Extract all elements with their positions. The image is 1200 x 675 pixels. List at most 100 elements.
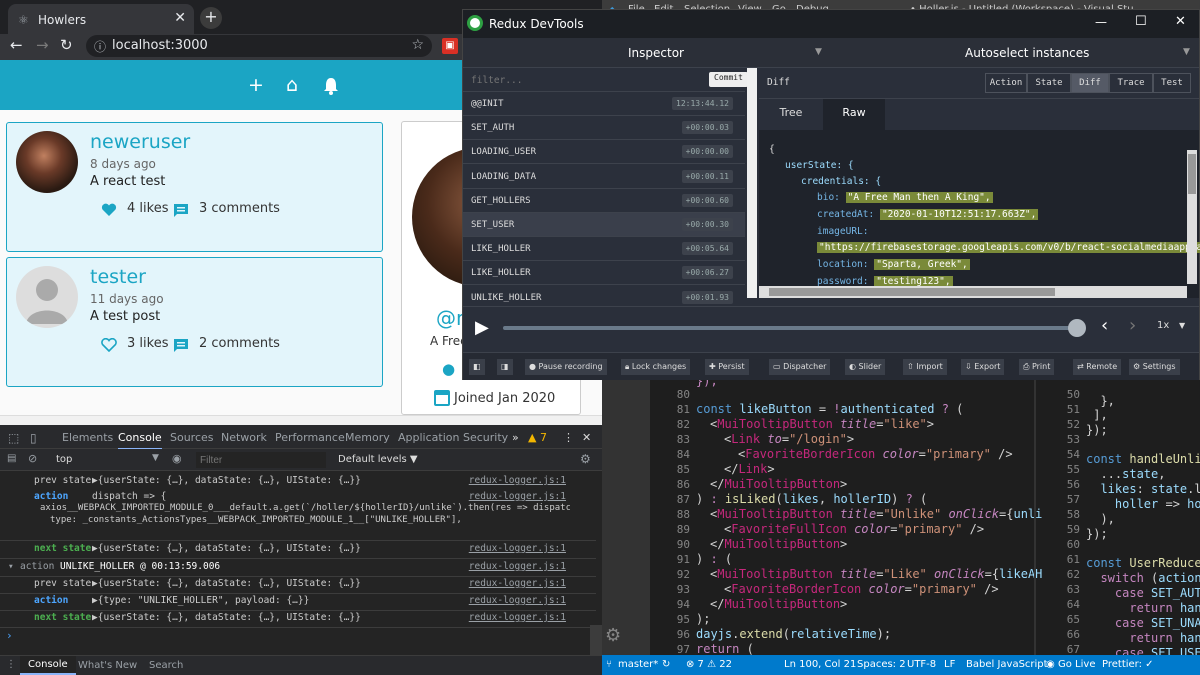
go-live-icon[interactable]: ◉ bbox=[1046, 659, 1055, 670]
action-list-item[interactable]: SET_USER +00:00.30 bbox=[463, 213, 745, 237]
back-icon[interactable]: ← bbox=[10, 36, 23, 54]
new-tab-button[interactable]: + bbox=[200, 7, 222, 29]
slider-button[interactable]: ◐ Slider bbox=[845, 359, 886, 375]
timeline-handle[interactable] bbox=[1068, 319, 1086, 337]
tab-trace[interactable]: Trace bbox=[1109, 73, 1153, 93]
close-window-icon[interactable]: ✕ bbox=[1175, 14, 1186, 29]
clear-console-icon[interactable]: ⊘ bbox=[28, 452, 37, 465]
console-prompt[interactable]: › bbox=[6, 629, 13, 642]
bookmark-star-icon[interactable]: ☆ bbox=[411, 37, 424, 53]
drawer-tab-console[interactable]: Console bbox=[20, 656, 76, 675]
git-branch[interactable]: master* bbox=[618, 659, 658, 670]
favorite-border-icon[interactable] bbox=[101, 338, 117, 352]
reload-icon[interactable]: ↻ bbox=[60, 36, 73, 54]
log-source-link[interactable]: redux-logger.js:1 bbox=[469, 561, 566, 572]
log-levels-select[interactable]: Default levels ▼ bbox=[338, 454, 418, 465]
action-list-item[interactable]: GET_HOLLERS +00:00.60 bbox=[463, 189, 745, 213]
log-source-link[interactable]: redux-logger.js:1 bbox=[469, 612, 566, 623]
settings-button[interactable]: ⚙ Settings bbox=[1129, 359, 1180, 375]
post-username[interactable]: tester bbox=[90, 266, 146, 288]
log-source-link[interactable]: redux-logger.js:1 bbox=[469, 491, 566, 502]
action-list-item[interactable]: LOADING_DATA +00:00.11 bbox=[463, 165, 745, 189]
json-vertical-scrollbar[interactable] bbox=[1187, 150, 1197, 284]
user-avatar[interactable] bbox=[16, 131, 78, 193]
tab-action[interactable]: Action bbox=[985, 73, 1027, 93]
console-filter-input[interactable] bbox=[196, 452, 326, 468]
log-source-link[interactable]: redux-logger.js:1 bbox=[469, 595, 566, 606]
speed-dropdown-icon[interactable]: ▼ bbox=[1179, 321, 1185, 330]
log-text[interactable]: ▶{userState: {…}, dataState: {…}, UIStat… bbox=[92, 612, 361, 623]
action-list-item[interactable]: @@INIT 12:13:44.12 bbox=[463, 92, 745, 116]
export-button[interactable]: ⇩ Export bbox=[961, 359, 1005, 375]
monitor-dropdown-icon[interactable]: ▼ bbox=[815, 47, 822, 57]
tab-security[interactable]: Security bbox=[463, 431, 508, 444]
maximize-icon[interactable]: ☐ bbox=[1135, 14, 1147, 29]
json-horizontal-scrollbar[interactable] bbox=[759, 286, 1187, 298]
action-list-item[interactable]: LIKE_HOLLER +00:06.27 bbox=[463, 261, 745, 286]
play-icon[interactable]: ▶ bbox=[475, 317, 489, 338]
log-text[interactable]: ▶{userState: {…}, dataState: {…}, UIStat… bbox=[92, 475, 361, 486]
more-tabs-icon[interactable]: » bbox=[512, 431, 519, 444]
line-ending[interactable]: LF bbox=[944, 659, 955, 670]
home-icon[interactable]: ⌂ bbox=[286, 74, 298, 96]
tab-performance[interactable]: Performance bbox=[275, 431, 345, 444]
kebab-menu-icon[interactable]: ⋮ bbox=[563, 431, 574, 444]
indentation[interactable]: Spaces: 2 bbox=[857, 659, 906, 670]
tab-test[interactable]: Test bbox=[1153, 73, 1191, 93]
prettier-status[interactable]: Prettier: ✓ bbox=[1102, 659, 1154, 670]
log-text[interactable]: ▶{type: "UNLIKE_HOLLER", payload: {…}} bbox=[92, 595, 309, 606]
tab-sources[interactable]: Sources bbox=[170, 431, 214, 444]
context-select[interactable]: top bbox=[56, 454, 72, 465]
device-toolbar-icon[interactable]: ▯ bbox=[30, 431, 37, 445]
browser-tab[interactable]: ⚛ Howlers ✕ bbox=[8, 4, 194, 34]
log-source-link[interactable]: redux-logger.js:1 bbox=[469, 475, 566, 486]
notifications-bell-icon[interactable] bbox=[323, 77, 339, 95]
right-panel-toggle-icon[interactable]: ◨ bbox=[497, 359, 513, 375]
extension-icon[interactable]: ▣ bbox=[442, 38, 458, 54]
console-scrollbar[interactable] bbox=[590, 625, 602, 655]
warning-count[interactable]: 7 bbox=[540, 431, 547, 444]
pause-recording-button[interactable]: ● Pause recording bbox=[525, 359, 607, 375]
close-devtools-icon[interactable]: ✕ bbox=[582, 431, 591, 444]
post-username[interactable]: neweruser bbox=[90, 131, 190, 153]
action-list-item[interactable]: SET_AUTH +00:00.03 bbox=[463, 116, 745, 141]
remote-button[interactable]: ⇄ Remote bbox=[1073, 359, 1122, 375]
log-group-header[interactable]: ▾ action UNLIKE_HOLLER @ 00:13:59.006 re… bbox=[0, 561, 596, 577]
action-list-item[interactable]: LOADING_USER +00:00.00 bbox=[463, 140, 745, 165]
language-mode[interactable]: Babel JavaScript bbox=[966, 659, 1048, 670]
print-button[interactable]: ⎙ Print bbox=[1019, 359, 1055, 375]
tab-console[interactable]: Console bbox=[118, 431, 162, 450]
persist-button[interactable]: ✚ Persist bbox=[705, 359, 749, 375]
log-text[interactable]: ▶{userState: {…}, dataState: {…}, UIStat… bbox=[92, 578, 361, 589]
monitor-select[interactable]: Inspector bbox=[628, 46, 684, 60]
comment-icon[interactable] bbox=[173, 338, 189, 353]
close-tab-icon[interactable]: ✕ bbox=[174, 10, 186, 26]
instance-select[interactable]: Autoselect instances bbox=[965, 46, 1089, 60]
encoding[interactable]: UTF-8 bbox=[907, 659, 936, 670]
log-source-link[interactable]: redux-logger.js:1 bbox=[469, 578, 566, 589]
forward-icon[interactable]: → bbox=[36, 36, 49, 54]
horizontal-scrollbar[interactable] bbox=[0, 415, 602, 425]
import-button[interactable]: ⇧ Import bbox=[903, 359, 947, 375]
inspect-element-icon[interactable]: ⬚ bbox=[8, 431, 19, 445]
comment-icon[interactable] bbox=[173, 203, 189, 218]
action-filter-input[interactable] bbox=[465, 71, 695, 89]
minimize-icon[interactable]: — bbox=[1095, 15, 1107, 29]
live-expression-eye-icon[interactable]: ◉ bbox=[172, 452, 182, 465]
context-dropdown-icon[interactable]: ▼ bbox=[152, 453, 159, 463]
dispatcher-button[interactable]: ▭ Dispatcher bbox=[769, 359, 831, 375]
timeline-slider[interactable] bbox=[503, 326, 1078, 330]
tab-diff[interactable]: Diff bbox=[1071, 73, 1109, 93]
subtab-raw[interactable]: Raw bbox=[823, 99, 885, 131]
warning-icon[interactable]: ▲ bbox=[528, 431, 536, 444]
add-icon[interactable]: + bbox=[248, 74, 264, 96]
manage-gear-icon[interactable]: ⚙ bbox=[605, 625, 621, 646]
commit-button[interactable]: Commit bbox=[709, 72, 748, 87]
step-forward-icon[interactable]: › bbox=[1129, 315, 1136, 336]
lock-changes-button[interactable]: 🔒︎ Lock changes bbox=[621, 359, 691, 375]
cursor-position[interactable]: Ln 100, Col 21 bbox=[784, 659, 856, 670]
step-back-icon[interactable]: ‹ bbox=[1101, 315, 1108, 336]
collapse-arrow-icon[interactable]: ▾ bbox=[8, 561, 14, 572]
action-list-scrollbar[interactable] bbox=[747, 68, 757, 298]
log-text[interactable]: ▶{userState: {…}, dataState: {…}, UIStat… bbox=[92, 543, 361, 554]
